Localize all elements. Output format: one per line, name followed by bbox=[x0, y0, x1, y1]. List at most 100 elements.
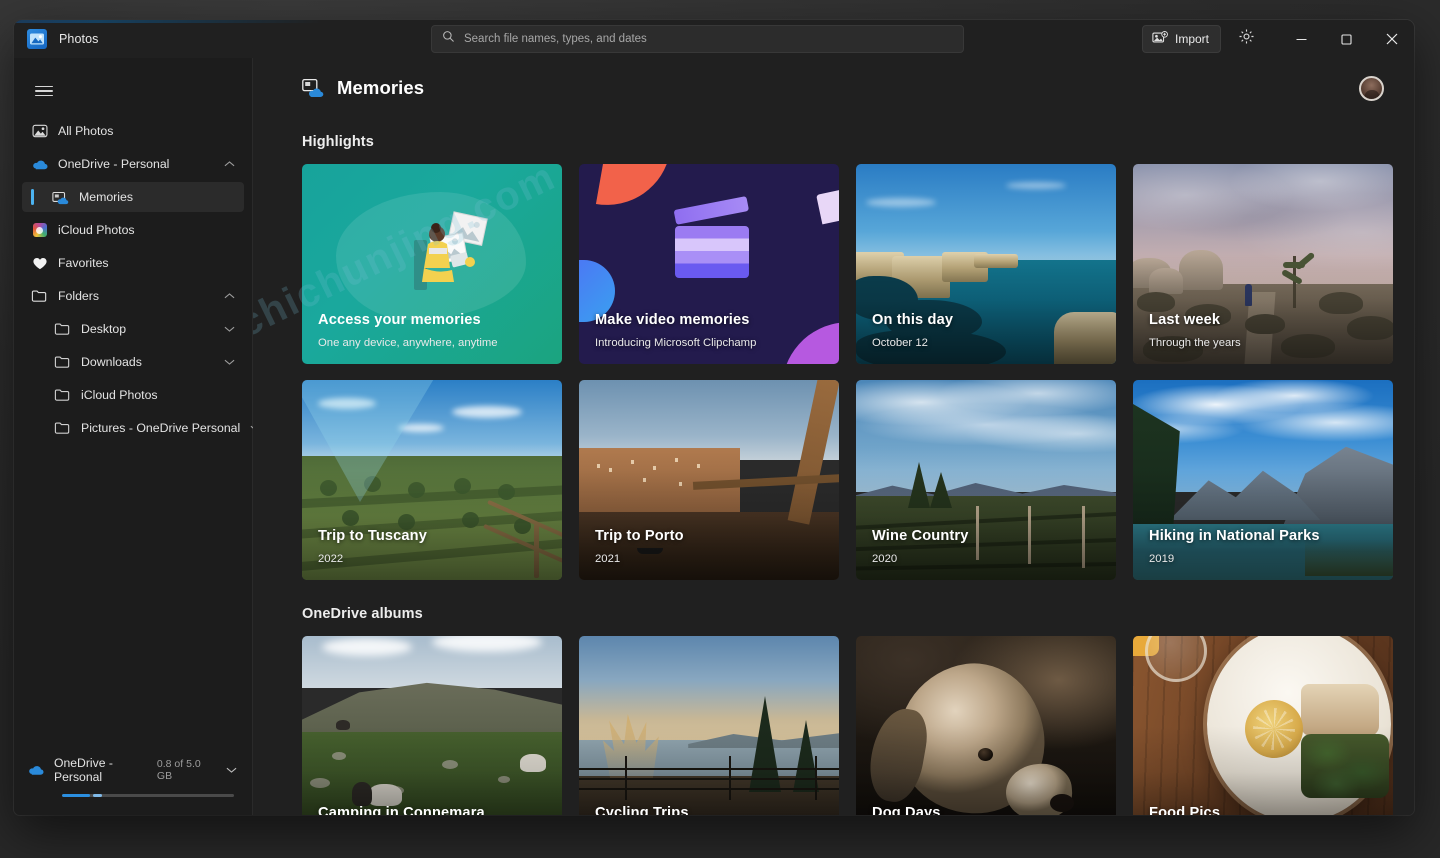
photos-illustration bbox=[414, 211, 488, 290]
memory-card-trip-to-porto[interactable]: Trip to Porto 2021 bbox=[579, 380, 839, 580]
card-title: Food Pics bbox=[1149, 805, 1221, 815]
sidebar-item-folders[interactable]: Folders bbox=[22, 281, 244, 311]
card-subtitle: Through the years bbox=[1149, 337, 1241, 349]
card-title: Dog Days bbox=[872, 805, 941, 815]
search-placeholder: Search file names, types, and dates bbox=[463, 33, 647, 45]
onedrive-cloud-icon bbox=[27, 762, 44, 779]
chevron-down-icon[interactable] bbox=[224, 320, 235, 338]
card-subtitle: 2021 bbox=[595, 553, 621, 565]
sidebar-item-label: Pictures - OneDrive Personal bbox=[81, 421, 241, 435]
hamburger-menu-icon[interactable] bbox=[27, 74, 61, 108]
album-card-food-pics[interactable]: Food Pics bbox=[1133, 636, 1393, 815]
maximize-icon bbox=[1341, 33, 1352, 45]
chevron-up-icon[interactable] bbox=[224, 155, 235, 173]
all-photos-icon bbox=[31, 123, 48, 140]
titlebar-actions: Import bbox=[1141, 20, 1414, 58]
photos-app-window: Photos Search file names, types, and dat… bbox=[14, 20, 1414, 815]
folder-icon bbox=[54, 354, 71, 371]
album-card-camping-in-connemara[interactable]: Camping in Connemara bbox=[302, 636, 562, 815]
memory-card-wine-country[interactable]: Wine Country 2020 bbox=[856, 380, 1116, 580]
card-title: Hiking in National Parks bbox=[1149, 528, 1320, 544]
card-title: Make video memories bbox=[595, 312, 750, 328]
storage-progress-bar bbox=[62, 794, 234, 797]
minimize-button[interactable] bbox=[1279, 20, 1324, 58]
app-title: Photos bbox=[59, 32, 99, 46]
import-label: Import bbox=[1174, 32, 1209, 46]
memories-icon bbox=[52, 189, 69, 206]
close-button[interactable] bbox=[1369, 20, 1414, 58]
sidebar-item-label: iCloud Photos bbox=[58, 223, 135, 237]
import-photo-icon bbox=[1152, 30, 1168, 48]
selection-indicator bbox=[31, 189, 34, 205]
card-subtitle: 2019 bbox=[1149, 553, 1175, 565]
sidebar-item-label: OneDrive - Personal bbox=[58, 157, 170, 171]
decorative-shape-orange bbox=[595, 164, 671, 216]
user-avatar[interactable] bbox=[1359, 75, 1384, 101]
storage-progress-fill bbox=[62, 794, 90, 797]
memory-card-last-week[interactable]: Last week Through the years bbox=[1133, 164, 1393, 364]
folder-icon bbox=[54, 321, 71, 338]
card-title: Trip to Porto bbox=[595, 528, 684, 544]
title-bar: Photos Search file names, types, and dat… bbox=[14, 20, 1414, 58]
album-card-dog-days[interactable]: Dog Days bbox=[856, 636, 1116, 815]
sidebar-item-label: Downloads bbox=[81, 355, 142, 369]
chevron-down-icon[interactable] bbox=[224, 353, 235, 371]
gear-icon bbox=[1238, 28, 1255, 50]
highlights-grid: Access your memories One any device, any… bbox=[253, 150, 1414, 580]
sidebar-item-label: All Photos bbox=[58, 124, 114, 138]
onedrive-albums-grid: Camping in Connemara Cycling Trips Dog D… bbox=[253, 622, 1414, 815]
sidebar-item-all-photos[interactable]: All Photos bbox=[22, 116, 244, 146]
memory-card-on-this-day[interactable]: On this day October 12 bbox=[856, 164, 1116, 364]
card-subtitle: One any device, anywhere, anytime bbox=[318, 337, 498, 349]
card-subtitle: October 12 bbox=[872, 337, 928, 349]
icloud-photos-icon bbox=[31, 222, 48, 239]
card-title: Wine Country bbox=[872, 528, 969, 544]
folder-icon bbox=[54, 420, 71, 437]
storage-usage-label: 0.8 of 5.0 GB bbox=[156, 758, 201, 782]
sidebar-item-icloud-photos-folder[interactable]: iCloud Photos bbox=[22, 380, 244, 410]
onedrive-cloud-icon bbox=[31, 156, 48, 173]
storage-progress-tip bbox=[92, 794, 102, 797]
search-area: Search file names, types, and dates bbox=[253, 25, 1142, 53]
minimize-icon bbox=[1296, 34, 1307, 45]
memory-card-hiking-in-national-parks[interactable]: Hiking in National Parks 2019 bbox=[1133, 380, 1393, 580]
sidebar-item-label: Favorites bbox=[58, 256, 109, 270]
sidebar-item-label: Memories bbox=[79, 190, 133, 204]
storage-status[interactable]: OneDrive - Personal 0.8 of 5.0 GB bbox=[14, 742, 253, 815]
sidebar-item-downloads[interactable]: Downloads bbox=[22, 347, 244, 377]
main-content: Memories Highlights Access your memories… bbox=[253, 58, 1414, 815]
settings-button[interactable] bbox=[1231, 25, 1261, 53]
card-title: Last week bbox=[1149, 312, 1221, 328]
sidebar-item-onedrive-personal[interactable]: OneDrive - Personal bbox=[22, 149, 244, 179]
decorative-shape-pink bbox=[816, 189, 839, 225]
chevron-down-icon[interactable] bbox=[226, 761, 237, 779]
album-card-cycling-trips[interactable]: Cycling Trips bbox=[579, 636, 839, 815]
sidebar-item-label: Folders bbox=[58, 289, 100, 303]
sidebar-item-memories[interactable]: Memories bbox=[22, 182, 244, 212]
photos-app-icon bbox=[27, 29, 47, 49]
card-title: Access your memories bbox=[318, 312, 481, 328]
search-input[interactable]: Search file names, types, and dates bbox=[430, 25, 964, 53]
card-title: On this day bbox=[872, 312, 954, 328]
card-title: Cycling Trips bbox=[595, 805, 689, 815]
sidebar-item-icloud-photos[interactable]: iCloud Photos bbox=[22, 215, 244, 245]
memory-card-make-video-memories[interactable]: Make video memories Introducing Microsof… bbox=[579, 164, 839, 364]
maximize-button[interactable] bbox=[1324, 20, 1369, 58]
card-subtitle: 2020 bbox=[872, 553, 898, 565]
decorative-shape-purple bbox=[782, 313, 839, 364]
folder-icon bbox=[54, 387, 71, 404]
card-title: Camping in Connemara bbox=[318, 805, 485, 815]
sidebar-item-pictures-onedrive-personal[interactable]: Pictures - OneDrive Personal bbox=[22, 413, 261, 443]
sidebar-item-favorites[interactable]: Favorites bbox=[22, 248, 244, 278]
heart-icon bbox=[31, 255, 48, 272]
memory-card-access-your-memories[interactable]: Access your memories One any device, any… bbox=[302, 164, 562, 364]
chevron-up-icon[interactable] bbox=[224, 287, 235, 305]
clapperboard-icon bbox=[673, 196, 750, 280]
close-icon bbox=[1386, 33, 1398, 45]
memory-card-trip-to-tuscany[interactable]: Trip to Tuscany 2022 bbox=[302, 380, 562, 580]
import-button[interactable]: Import bbox=[1141, 25, 1221, 53]
storage-account-label: OneDrive - Personal bbox=[54, 756, 113, 784]
sidebar-item-label: Desktop bbox=[81, 322, 127, 336]
sidebar-item-desktop[interactable]: Desktop bbox=[22, 314, 244, 344]
sidebar-nav: All Photos OneDrive - Personal Memories … bbox=[14, 114, 261, 443]
